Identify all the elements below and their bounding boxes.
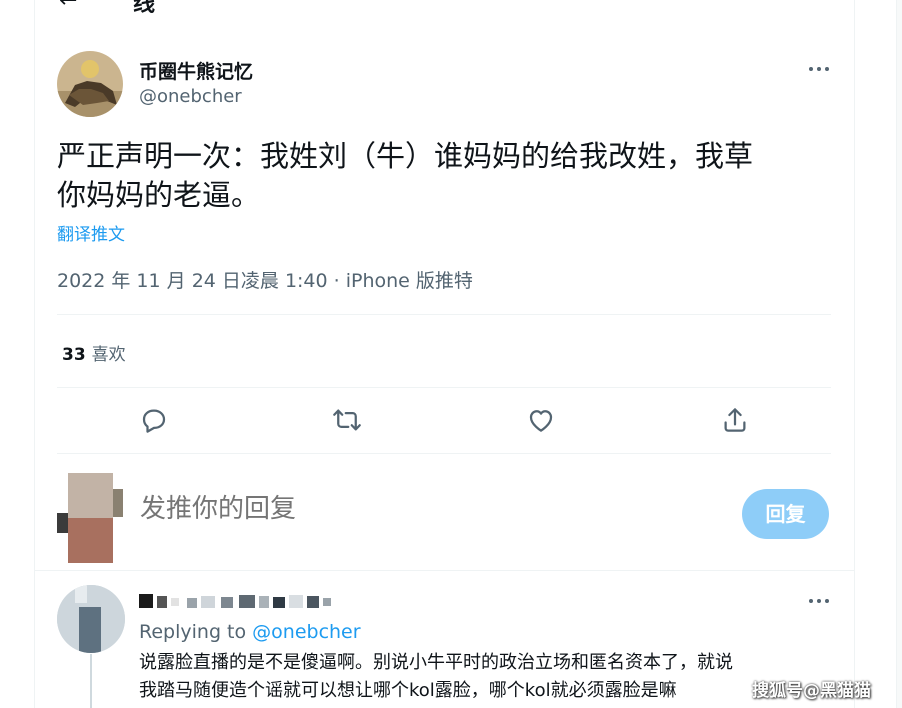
likes-count: 33 <box>62 345 86 365</box>
thread-connector-line <box>90 654 92 708</box>
reply-text: 说露脸直播的是不是傻逼啊。别说小牛平时的政治立场和匿名资本了，就说 我踏马随便造… <box>139 649 829 705</box>
reply-author-avatar[interactable] <box>57 585 125 653</box>
author-handle[interactable]: @onebcher <box>139 86 242 107</box>
thread-header: ← 线 <box>35 0 854 14</box>
replying-to-mention[interactable]: @onebcher <box>252 621 360 643</box>
like-icon[interactable] <box>526 405 556 435</box>
likes-label: 喜欢 <box>91 345 126 365</box>
reply-author-name-redacted <box>139 592 334 610</box>
replying-to-label: Replying to @onebcher <box>139 621 361 643</box>
current-user-avatar[interactable] <box>57 473 123 563</box>
reply-text-line: 说露脸直播的是不是傻逼啊。别说小牛平时的政治立场和匿名资本了，就说 <box>139 652 733 673</box>
tweet-timestamp[interactable]: 2022 年 11 月 24 日凌晨 1:40 · iPhone 版推特 <box>57 266 473 293</box>
header-title: 线 <box>133 0 156 14</box>
column-border-left <box>34 0 35 708</box>
replying-to-prefix: Replying to <box>139 621 253 643</box>
tweet-text: 严正声明一次：我姓刘（牛）谁妈妈的给我改姓，我草 你妈妈的老逼。 <box>57 137 837 215</box>
reply-input[interactable] <box>140 494 700 524</box>
divider <box>35 570 854 571</box>
back-arrow-icon[interactable]: ← <box>59 0 77 13</box>
tweet-text-line: 严正声明一次：我姓刘（牛）谁妈妈的给我改姓，我草 <box>57 139 754 173</box>
divider <box>57 387 831 388</box>
reply-button[interactable]: 回复 <box>742 489 829 539</box>
right-sidebar-edge <box>896 0 902 708</box>
author-avatar[interactable] <box>57 51 123 117</box>
share-icon[interactable] <box>720 405 750 435</box>
tweet-text-line: 你妈妈的老逼。 <box>57 178 261 212</box>
page-background <box>0 0 902 708</box>
likes-stat[interactable]: 33 喜欢 <box>62 340 126 365</box>
reply-icon[interactable] <box>139 405 169 435</box>
column-border-right <box>854 0 855 708</box>
translate-tweet-link[interactable]: 翻译推文 <box>57 220 125 245</box>
divider <box>57 314 831 315</box>
more-options-icon[interactable] <box>807 59 831 79</box>
watermark: 搜狐号@黑猫猫 <box>752 681 871 701</box>
author-display-name[interactable]: 币圈牛熊记忆 <box>139 57 253 84</box>
reply-text-line: 我踏马随便造个谣就可以想让哪个kol露脸，哪个kol就必须露脸是嘛 <box>139 680 677 701</box>
reply-more-options-icon[interactable] <box>807 591 831 611</box>
retweet-icon[interactable] <box>332 405 362 435</box>
divider <box>57 453 831 454</box>
